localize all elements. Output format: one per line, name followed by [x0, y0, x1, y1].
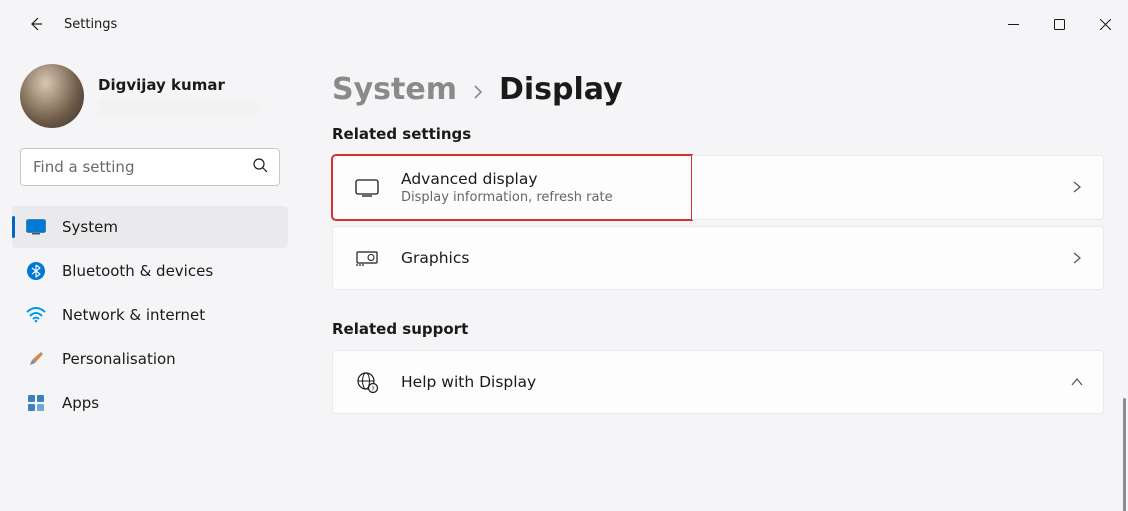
wifi-icon — [26, 305, 46, 325]
chevron-up-icon — [1071, 373, 1083, 392]
sidebar-item-label: Apps — [62, 394, 99, 412]
avatar — [20, 64, 84, 128]
chevron-right-icon — [471, 84, 485, 103]
sidebar-item-apps[interactable]: Apps — [12, 382, 288, 424]
maximize-icon — [1054, 19, 1065, 30]
card-title: Graphics — [401, 249, 1049, 267]
apps-icon — [26, 393, 46, 413]
sidebar-item-label: Personalisation — [62, 350, 176, 368]
close-icon — [1100, 19, 1111, 30]
back-button[interactable] — [16, 4, 56, 44]
sidebar-item-network[interactable]: Network & internet — [12, 294, 288, 336]
paintbrush-icon — [26, 349, 46, 369]
back-arrow-icon — [28, 16, 44, 32]
sidebar-item-label: Network & internet — [62, 306, 205, 324]
profile-name: Digvijay kumar — [98, 76, 258, 94]
sidebar: Digvijay kumar System Bluetooth & dev — [0, 48, 300, 511]
sidebar-item-label: System — [62, 218, 118, 236]
breadcrumb-parent[interactable]: System — [332, 72, 457, 107]
card-graphics[interactable]: Graphics — [332, 226, 1104, 290]
bluetooth-icon — [26, 261, 46, 281]
scrollbar-thumb[interactable] — [1123, 398, 1126, 511]
close-button[interactable] — [1082, 8, 1128, 40]
section-title: Related settings — [332, 125, 1104, 143]
sidebar-nav: System Bluetooth & devices Network & int… — [8, 206, 292, 424]
sidebar-item-bluetooth[interactable]: Bluetooth & devices — [12, 250, 288, 292]
section-related-support: Related support ? Help with Display — [332, 320, 1104, 414]
globe-help-icon: ? — [355, 371, 379, 393]
section-title: Related support — [332, 320, 1104, 338]
profile-block[interactable]: Digvijay kumar — [8, 56, 292, 148]
window-title: Settings — [64, 17, 117, 32]
breadcrumb: System Display — [332, 72, 1104, 107]
card-title: Help with Display — [401, 373, 1049, 391]
profile-email — [98, 98, 258, 116]
titlebar: Settings — [0, 0, 1128, 48]
card-title: Advanced display — [401, 170, 671, 188]
svg-text:?: ? — [371, 386, 374, 393]
display-icon — [355, 179, 379, 197]
graphics-card-icon — [355, 249, 379, 267]
chevron-right-icon — [1071, 249, 1083, 268]
card-subtitle: Display information, refresh rate — [401, 190, 671, 205]
sidebar-item-system[interactable]: System — [12, 206, 288, 248]
window-controls — [990, 8, 1128, 40]
system-icon — [26, 217, 46, 237]
maximize-button[interactable] — [1036, 8, 1082, 40]
section-related-settings: Related settings Advanced display Displa… — [332, 125, 1104, 290]
card-advanced-display-rest[interactable] — [692, 155, 1104, 220]
breadcrumb-current: Display — [499, 72, 623, 107]
card-advanced-display[interactable]: Advanced display Display information, re… — [332, 155, 692, 220]
main-content: System Display Related settings Advanced… — [300, 48, 1128, 511]
search-wrap — [20, 148, 280, 186]
sidebar-item-personalisation[interactable]: Personalisation — [12, 338, 288, 380]
minimize-button[interactable] — [990, 8, 1036, 40]
scrollbar[interactable] — [1123, 398, 1126, 511]
minimize-icon — [1008, 19, 1019, 30]
sidebar-item-label: Bluetooth & devices — [62, 262, 213, 280]
card-help-with-display[interactable]: ? Help with Display — [332, 350, 1104, 414]
search-input[interactable] — [20, 148, 280, 186]
chevron-right-icon — [1071, 178, 1083, 197]
